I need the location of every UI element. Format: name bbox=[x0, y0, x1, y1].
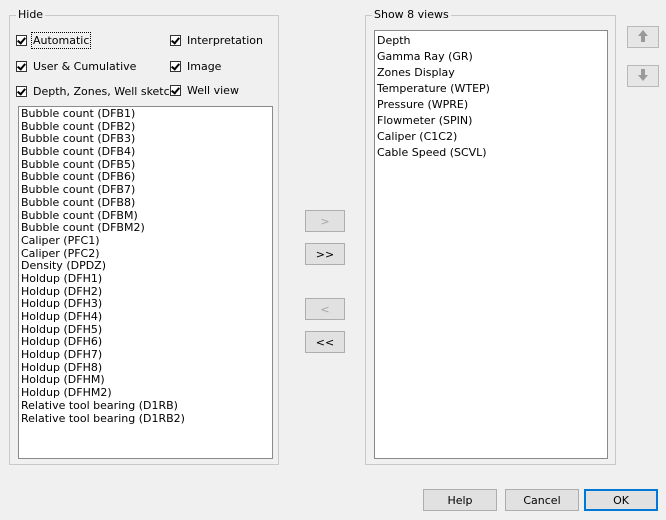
checkbox-well-view-box[interactable] bbox=[170, 84, 181, 96]
list-item[interactable]: Cable Speed (SCVL) bbox=[377, 145, 605, 161]
checkbox-automatic-label: Automatic bbox=[30, 31, 92, 49]
list-item[interactable]: Holdup (DFH4) bbox=[21, 310, 270, 324]
move-left-button[interactable]: < bbox=[305, 298, 345, 320]
checkbox-depth-zones-well-sketch[interactable]: Depth, Zones, Well sketch bbox=[16, 84, 177, 98]
cancel-button[interactable]: Cancel bbox=[505, 489, 579, 511]
list-item[interactable]: Zones Display bbox=[377, 65, 605, 81]
list-item[interactable]: Bubble count (DFB8) bbox=[21, 196, 270, 210]
list-item[interactable]: Depth bbox=[377, 33, 605, 49]
checkbox-interpretation[interactable]: Interpretation bbox=[170, 33, 263, 47]
list-item[interactable]: Bubble count (DFB7) bbox=[21, 183, 270, 197]
shown-views-list[interactable]: Depth Gamma Ray (GR) Zones Display Tempe… bbox=[374, 30, 608, 459]
checkbox-depth-zones-label: Depth, Zones, Well sketch bbox=[33, 84, 177, 98]
list-item[interactable]: Gamma Ray (GR) bbox=[377, 49, 605, 65]
help-button[interactable]: Help bbox=[423, 489, 497, 511]
checkbox-automatic-box[interactable] bbox=[16, 34, 27, 46]
list-item[interactable]: Temperature (WTEP) bbox=[377, 81, 605, 97]
checkbox-depth-zones-box[interactable] bbox=[16, 85, 27, 97]
move-down-button[interactable] bbox=[627, 65, 659, 87]
show-group-title: Show 8 views bbox=[372, 8, 451, 22]
hide-group-title: Hide bbox=[16, 8, 46, 22]
move-all-left-button[interactable]: << bbox=[305, 331, 345, 353]
checkbox-user-cumulative-box[interactable] bbox=[16, 60, 27, 72]
checkbox-well-view[interactable]: Well view bbox=[170, 83, 239, 97]
checkbox-image[interactable]: Image bbox=[170, 59, 221, 73]
list-item[interactable]: Bubble count (DFBM2) bbox=[21, 221, 270, 235]
list-item[interactable]: Caliper (C1C2) bbox=[377, 129, 605, 145]
move-up-button[interactable] bbox=[627, 26, 659, 48]
checkbox-image-label: Image bbox=[187, 59, 222, 73]
arrow-up-icon bbox=[636, 29, 650, 46]
checkbox-image-box[interactable] bbox=[170, 60, 181, 72]
checkbox-interpretation-box[interactable] bbox=[170, 34, 181, 46]
move-right-button[interactable]: > bbox=[305, 210, 345, 232]
list-item[interactable]: Flowmeter (SPIN) bbox=[377, 113, 605, 129]
list-item[interactable]: Bubble count (DFB1) bbox=[21, 107, 270, 121]
list-item[interactable]: Pressure (WPRE) bbox=[377, 97, 605, 113]
list-item[interactable]: Caliper (PFC1) bbox=[21, 234, 270, 248]
list-item[interactable]: Bubble count (DFB4) bbox=[21, 145, 270, 159]
checkbox-user-cumulative-label: User & Cumulative bbox=[33, 59, 137, 73]
checkbox-well-view-label: Well view bbox=[187, 83, 239, 97]
list-item[interactable]: Holdup (DFHM2) bbox=[21, 386, 270, 400]
list-item[interactable]: Relative tool bearing (D1RB2) bbox=[21, 412, 270, 426]
checkbox-interpretation-label: Interpretation bbox=[187, 33, 263, 47]
move-all-right-button[interactable]: >> bbox=[305, 243, 345, 265]
list-item[interactable]: Holdup (DFH7) bbox=[21, 348, 270, 362]
list-item[interactable]: Relative tool bearing (D1RB) bbox=[21, 399, 270, 413]
list-item[interactable]: Holdup (DFH1) bbox=[21, 272, 270, 286]
checkbox-automatic[interactable]: Automatic bbox=[16, 31, 92, 49]
checkbox-user-cumulative[interactable]: User & Cumulative bbox=[16, 59, 136, 73]
ok-button[interactable]: OK bbox=[584, 489, 658, 511]
arrow-down-icon bbox=[636, 68, 650, 85]
hidden-views-list[interactable]: Bubble count (DFB1) Bubble count (DFB2) … bbox=[18, 106, 273, 459]
